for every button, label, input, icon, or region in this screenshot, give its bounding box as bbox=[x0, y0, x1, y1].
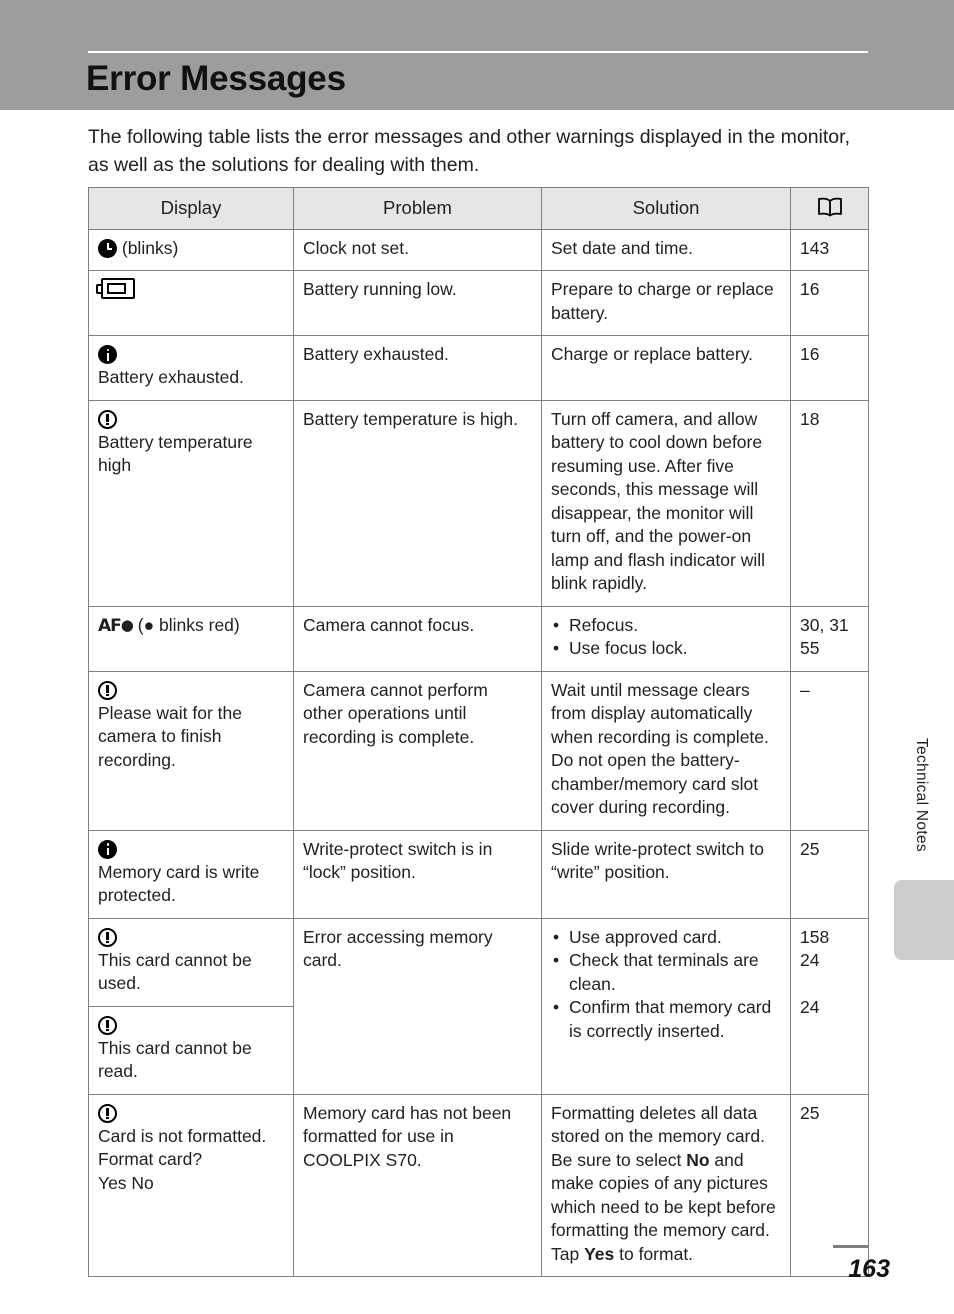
warning-icon bbox=[98, 1103, 117, 1123]
cell-page-reference: 18 bbox=[790, 399, 869, 607]
table-header-row: Display Problem Solution bbox=[88, 187, 869, 230]
intro-paragraph: The following table lists the error mess… bbox=[88, 126, 850, 176]
warning-icon bbox=[98, 1015, 117, 1035]
cell-display: Battery temperature high bbox=[88, 399, 294, 607]
table-row: Battery exhausted. Battery exhausted. Ch… bbox=[88, 335, 869, 401]
cell-page-reference: 16 bbox=[790, 335, 869, 401]
cell-solution: Charge or replace battery. bbox=[541, 335, 791, 401]
af-indicator-icon: AF● bbox=[98, 615, 134, 636]
cell-display: Card is not formatted. Format card? Yes … bbox=[88, 1093, 294, 1277]
chapter-side-tab bbox=[894, 880, 954, 960]
column-header-page-reference bbox=[790, 187, 869, 230]
list-item: Use focus lock. bbox=[553, 637, 781, 661]
cell-solution: Formatting deletes all data stored on th… bbox=[541, 1093, 791, 1277]
cell-page-reference: – bbox=[790, 670, 869, 831]
cell-problem: Battery exhausted. bbox=[293, 335, 542, 401]
table-row: Please wait for the camera to finish rec… bbox=[88, 670, 869, 831]
cell-problem: Clock not set. bbox=[293, 228, 542, 271]
warning-icon bbox=[98, 927, 117, 947]
display-text: Memory card is write protected. bbox=[98, 861, 260, 906]
cell-display: This card cannot be used. bbox=[88, 917, 294, 1007]
clock-icon bbox=[98, 238, 117, 258]
solution-bullet-list: Use approved card. Check that terminals … bbox=[551, 926, 781, 1044]
cell-display: Memory card is write protected. bbox=[88, 829, 294, 919]
cell-solution: Prepare to charge or replace battery. bbox=[541, 270, 791, 336]
page-number: 163 bbox=[848, 1255, 890, 1283]
list-item: Use approved card. bbox=[553, 926, 781, 950]
error-messages-table-wrapper: Display Problem Solution (blinks) Clock … bbox=[88, 187, 869, 1277]
cell-page-reference: 16 bbox=[790, 270, 869, 336]
page-title: Error Messages bbox=[86, 59, 346, 98]
cell-problem: Battery running low. bbox=[293, 270, 542, 336]
display-text: (blinks) bbox=[121, 237, 179, 258]
cell-page-reference: 158 24 24 bbox=[790, 917, 869, 1095]
header-divider-rule bbox=[88, 51, 868, 53]
cell-page-reference: 30, 31 55 bbox=[790, 605, 869, 672]
cell-page-reference: 25 bbox=[790, 1093, 869, 1277]
cell-problem: Camera cannot perform other operations u… bbox=[293, 670, 542, 831]
cell-solution: Slide write-protect switch to “write” po… bbox=[541, 829, 791, 919]
table-row: Memory card is write protected. Write-pr… bbox=[88, 829, 869, 919]
cell-display: Battery exhausted. bbox=[88, 335, 294, 401]
warning-icon bbox=[98, 409, 117, 429]
cell-display: This card cannot be read. bbox=[88, 1005, 294, 1095]
info-icon bbox=[98, 345, 117, 364]
table-row: (blinks) Clock not set. Set date and tim… bbox=[88, 228, 869, 271]
cell-solution: Wait until message clears from display a… bbox=[541, 670, 791, 831]
cell-problem: Write-protect switch is in “lock” positi… bbox=[293, 829, 542, 919]
page-header-band: Error Messages bbox=[0, 0, 954, 110]
display-text: Please wait for the camera to finish rec… bbox=[98, 702, 242, 770]
display-text: This card cannot be used. bbox=[98, 949, 252, 994]
cell-problem: Battery temperature is high. bbox=[293, 399, 542, 607]
cell-display: (blinks) bbox=[88, 228, 294, 271]
cell-page-reference: 25 bbox=[790, 829, 869, 919]
info-icon bbox=[98, 839, 117, 859]
cell-problem: Error accessing memory card. bbox=[293, 917, 542, 1095]
list-item: Refocus. bbox=[553, 614, 781, 638]
footer-rule bbox=[833, 1245, 868, 1248]
column-header-problem: Problem bbox=[293, 187, 542, 230]
cell-solution: Use approved card. Check that terminals … bbox=[541, 917, 791, 1095]
cell-page-reference: 143 bbox=[790, 228, 869, 271]
display-text: Battery temperature high bbox=[98, 431, 253, 476]
chapter-side-label: Technical Notes bbox=[913, 738, 930, 852]
cell-problem: Memory card has not been formatted for u… bbox=[293, 1093, 542, 1277]
table-row: Battery running low. Prepare to charge o… bbox=[88, 270, 869, 336]
display-text: This card cannot be read. bbox=[98, 1037, 252, 1082]
cell-display bbox=[88, 270, 294, 336]
display-text: Battery exhausted. bbox=[98, 367, 244, 387]
cell-solution: Refocus. Use focus lock. bbox=[541, 605, 791, 672]
list-item: Check that terminals are clean. bbox=[553, 949, 781, 996]
display-text: Card is not formatted. Format card? Yes … bbox=[98, 1125, 267, 1193]
table-row: Battery temperature high Battery tempera… bbox=[88, 399, 869, 607]
warning-icon bbox=[98, 680, 117, 700]
cell-solution: Turn off camera, and allow battery to co… bbox=[541, 399, 791, 607]
table-row: Card is not formatted. Format card? Yes … bbox=[88, 1093, 869, 1277]
cell-solution: Set date and time. bbox=[541, 228, 791, 271]
battery-low-icon bbox=[96, 278, 135, 299]
cell-display: AF● (● blinks red) bbox=[88, 605, 294, 672]
table-row: This card cannot be used. Error accessin… bbox=[88, 917, 869, 1095]
table-row: AF● (● blinks red) Camera cannot focus. … bbox=[88, 605, 869, 672]
open-book-icon bbox=[816, 197, 844, 217]
solution-bullet-list: Refocus. Use focus lock. bbox=[551, 614, 781, 661]
error-messages-table: Display Problem Solution (blinks) Clock … bbox=[88, 187, 869, 1277]
column-header-solution: Solution bbox=[541, 187, 791, 230]
display-text: (● blinks red) bbox=[137, 614, 240, 635]
column-header-display: Display bbox=[88, 187, 294, 230]
cell-problem: Camera cannot focus. bbox=[293, 605, 542, 672]
list-item: Confirm that memory card is correctly in… bbox=[553, 996, 781, 1043]
cell-display: Please wait for the camera to finish rec… bbox=[88, 670, 294, 831]
